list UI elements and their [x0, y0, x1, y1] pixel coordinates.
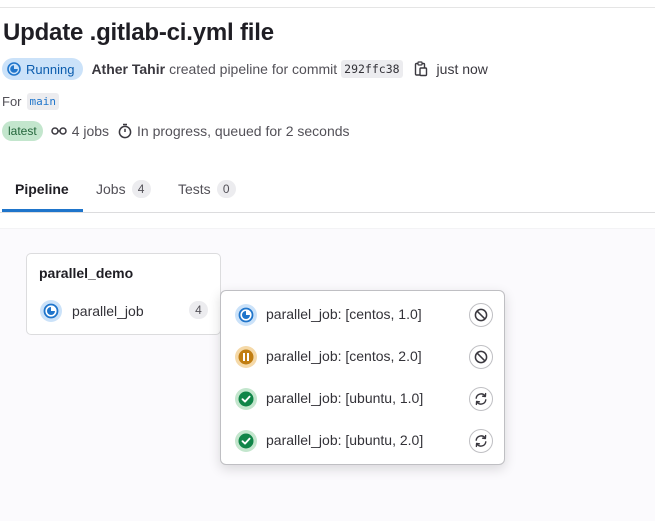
status-badge-running[interactable]: Running	[2, 58, 84, 80]
status-running-icon	[7, 62, 21, 76]
copy-sha-button[interactable]	[413, 60, 429, 78]
author-link[interactable]: Ather Tahir	[91, 61, 165, 77]
branch-link[interactable]: main	[26, 93, 59, 110]
tab-pipeline-label: Pipeline	[15, 181, 69, 197]
jobs-count-label: 4 jobs	[71, 123, 110, 139]
job-item-ubuntu-2-0[interactable]: parallel_job: [ubuntu, 2.0]	[221, 420, 504, 462]
latest-badge: latest	[2, 121, 43, 141]
parallel-jobs-dropdown: parallel_job: [centos, 1.0] parallel_job…	[220, 290, 505, 465]
status-running-icon	[40, 300, 62, 322]
job-group-name: parallel_job	[72, 303, 144, 319]
job-item-centos-2-0[interactable]: parallel_job: [centos, 2.0]	[221, 336, 504, 378]
for-label: For	[2, 94, 22, 109]
job-item-ubuntu-1-0[interactable]: parallel_job: [ubuntu, 1.0]	[221, 378, 504, 420]
pipeline-icon	[50, 127, 67, 135]
created-time: just now	[436, 61, 488, 77]
page-title: Update .gitlab-ci.yml file	[3, 19, 274, 46]
tab-jobs-label: Jobs	[96, 181, 126, 197]
retry-icon	[475, 392, 487, 406]
pipeline-meta: Running Ather Tahir created pipeline for…	[2, 57, 488, 81]
stage-name: parallel_demo	[39, 265, 134, 281]
job-name: parallel_job: [ubuntu, 1.0]	[266, 390, 424, 406]
created-text: created pipeline for commit	[169, 61, 338, 77]
cancel-icon	[474, 350, 488, 364]
pipeline-info-row: latest 4 jobs In progress, queued for 2 …	[2, 120, 350, 142]
retry-job-button[interactable]	[469, 429, 493, 453]
tab-pipeline[interactable]: Pipeline	[15, 166, 69, 212]
timer-icon	[118, 123, 132, 139]
cancel-icon	[474, 308, 488, 322]
duration-info: In progress, queued for 2 seconds	[118, 123, 350, 139]
job-item-centos-1-0[interactable]: parallel_job: [centos, 1.0]	[221, 294, 504, 336]
status-success-icon	[235, 430, 257, 452]
stage-column: parallel_demo parallel_job 4	[26, 253, 221, 335]
tab-tests-count: 0	[216, 180, 236, 198]
status-success-icon	[235, 388, 257, 410]
status-badge-label: Running	[26, 61, 75, 77]
job-name: parallel_job: [centos, 2.0]	[266, 348, 422, 364]
job-group-count: 4	[189, 301, 208, 319]
progress-text: In progress, queued for 2 seconds	[137, 123, 350, 139]
status-pending-icon	[235, 346, 257, 368]
commit-sha-link[interactable]: 292ffc38	[341, 60, 403, 78]
retry-job-button[interactable]	[469, 387, 493, 411]
retry-icon	[475, 434, 487, 448]
cancel-job-button[interactable]	[469, 303, 493, 327]
pipeline-tabs: Pipeline Jobs 4 Tests 0	[0, 166, 655, 213]
clipboard-icon	[414, 61, 427, 77]
cancel-job-button[interactable]	[469, 345, 493, 369]
branch-row: For main	[2, 93, 59, 110]
tab-jobs[interactable]: Jobs 4	[96, 166, 151, 212]
tab-tests[interactable]: Tests 0	[178, 166, 236, 212]
active-tab-indicator	[2, 209, 83, 212]
top-divider	[0, 7, 655, 8]
job-group-parallel-job[interactable]: parallel_job 4	[39, 298, 211, 324]
job-name: parallel_job: [ubuntu, 2.0]	[266, 432, 424, 448]
status-running-icon	[235, 304, 257, 326]
jobs-count: 4 jobs	[50, 123, 110, 139]
tab-jobs-count: 4	[131, 180, 151, 198]
tab-tests-label: Tests	[178, 181, 211, 197]
job-name: parallel_job: [centos, 1.0]	[266, 306, 422, 322]
